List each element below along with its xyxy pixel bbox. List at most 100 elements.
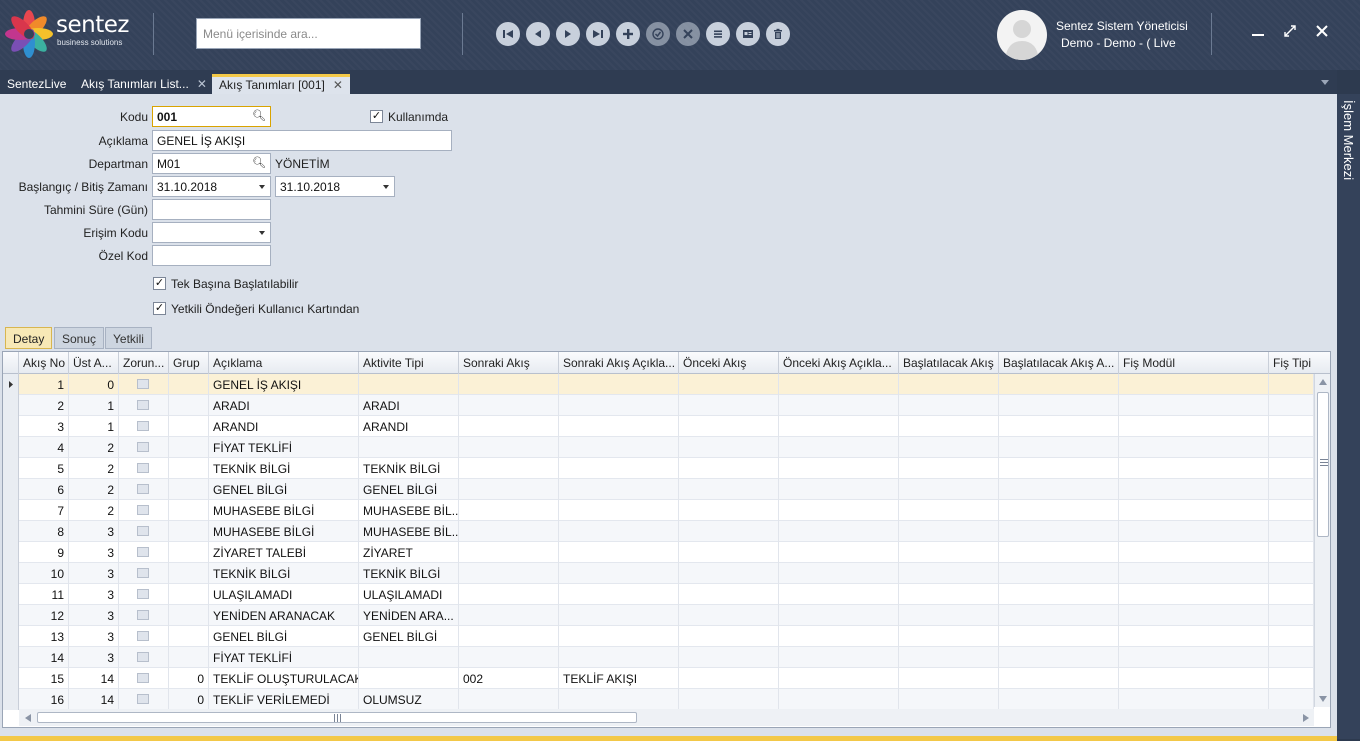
tab-sonuc[interactable]: Sonuç — [54, 327, 105, 349]
table-row[interactable]: 13 3 GENEL BİLGİ GENEL BİLGİ — [3, 626, 1314, 647]
column-header[interactable]: Akış No — [19, 352, 69, 374]
table-cell[interactable]: GENEL BİLGİ — [359, 626, 459, 647]
table-cell[interactable] — [1269, 689, 1314, 710]
table-cell[interactable] — [559, 542, 679, 563]
table-cell[interactable] — [559, 647, 679, 668]
table-cell[interactable]: 2 — [69, 437, 119, 458]
zorunlu-checkbox[interactable] — [137, 505, 149, 515]
table-cell[interactable] — [169, 647, 209, 668]
table-cell[interactable]: 4 — [19, 437, 69, 458]
row-indicator[interactable] — [3, 647, 19, 668]
row-indicator[interactable] — [3, 479, 19, 500]
erisim-kodu-select[interactable] — [152, 222, 271, 243]
table-cell[interactable]: GENEL BİLGİ — [209, 626, 359, 647]
table-cell[interactable]: FİYAT TEKLİFİ — [209, 647, 359, 668]
table-cell[interactable] — [1119, 458, 1269, 479]
table-cell[interactable] — [459, 647, 559, 668]
maximize-button[interactable] — [1279, 20, 1301, 42]
table-cell[interactable] — [169, 374, 209, 395]
table-cell[interactable] — [779, 521, 899, 542]
table-row[interactable]: 1 0 GENEL İŞ AKIŞI — [3, 374, 1314, 395]
table-cell[interactable]: 14 — [69, 689, 119, 710]
row-indicator[interactable] — [3, 605, 19, 626]
table-cell[interactable] — [999, 689, 1119, 710]
table-cell[interactable] — [679, 626, 779, 647]
table-cell[interactable]: ULAŞILAMADI — [209, 584, 359, 605]
table-cell[interactable]: 11 — [19, 584, 69, 605]
table-cell[interactable] — [459, 395, 559, 416]
column-header[interactable]: Sonraki Akış — [459, 352, 559, 374]
table-cell[interactable] — [899, 542, 999, 563]
table-cell[interactable] — [779, 437, 899, 458]
table-cell[interactable] — [169, 479, 209, 500]
chevron-up-icon[interactable] — [1319, 379, 1327, 385]
search-icon[interactable]: 🔍︎ — [252, 109, 266, 122]
table-cell[interactable] — [1269, 647, 1314, 668]
table-cell[interactable] — [999, 563, 1119, 584]
table-row[interactable]: 6 2 GENEL BİLGİ GENEL BİLGİ — [3, 479, 1314, 500]
tab-akis-tanimlari-list[interactable]: Akış Tanımları List... ✕ — [74, 74, 214, 94]
table-row[interactable]: 14 3 FİYAT TEKLİFİ — [3, 647, 1314, 668]
table-cell[interactable]: 0 — [169, 668, 209, 689]
table-cell[interactable] — [779, 626, 899, 647]
table-cell[interactable] — [119, 689, 169, 710]
table-cell[interactable] — [459, 458, 559, 479]
kullanimda-checkbox[interactable]: ✓ — [370, 110, 383, 123]
table-cell[interactable] — [1269, 626, 1314, 647]
table-cell[interactable] — [679, 458, 779, 479]
table-cell[interactable] — [119, 500, 169, 521]
table-cell[interactable] — [1119, 584, 1269, 605]
row-indicator[interactable] — [3, 416, 19, 437]
table-cell[interactable]: 2 — [69, 500, 119, 521]
table-cell[interactable] — [119, 626, 169, 647]
table-cell[interactable] — [999, 668, 1119, 689]
table-cell[interactable] — [679, 374, 779, 395]
table-cell[interactable] — [169, 458, 209, 479]
table-cell[interactable] — [1119, 563, 1269, 584]
table-cell[interactable] — [359, 668, 459, 689]
table-cell[interactable] — [779, 563, 899, 584]
table-cell[interactable] — [899, 668, 999, 689]
table-cell[interactable]: 14 — [69, 668, 119, 689]
departman-field[interactable]: M01 🔍︎ — [152, 153, 271, 174]
zorunlu-checkbox[interactable] — [137, 400, 149, 410]
table-cell[interactable] — [679, 521, 779, 542]
table-cell[interactable]: 14 — [19, 647, 69, 668]
column-header[interactable]: Fiş Tipi — [1269, 352, 1314, 374]
table-cell[interactable] — [899, 605, 999, 626]
table-cell[interactable] — [1269, 542, 1314, 563]
table-cell[interactable] — [119, 479, 169, 500]
table-cell[interactable]: 3 — [69, 521, 119, 542]
zorunlu-checkbox[interactable] — [137, 547, 149, 557]
table-cell[interactable] — [1269, 584, 1314, 605]
chevron-down-icon[interactable] — [383, 185, 389, 189]
table-cell[interactable] — [899, 500, 999, 521]
table-cell[interactable] — [1269, 563, 1314, 584]
table-cell[interactable] — [459, 500, 559, 521]
table-cell[interactable] — [1269, 500, 1314, 521]
aciklama-field[interactable]: GENEL İŞ AKIŞI — [152, 130, 452, 151]
table-cell[interactable] — [779, 542, 899, 563]
table-cell[interactable]: ARANDI — [359, 416, 459, 437]
table-cell[interactable] — [899, 437, 999, 458]
table-cell[interactable]: ZİYARET — [359, 542, 459, 563]
zorunlu-checkbox[interactable] — [137, 694, 149, 704]
table-cell[interactable] — [779, 668, 899, 689]
table-cell[interactable]: 5 — [19, 458, 69, 479]
table-cell[interactable] — [169, 437, 209, 458]
table-cell[interactable] — [1119, 605, 1269, 626]
table-cell[interactable]: TEKNİK BİLGİ — [359, 563, 459, 584]
table-cell[interactable] — [1119, 437, 1269, 458]
table-row[interactable]: 10 3 TEKNİK BİLGİ TEKNİK BİLGİ — [3, 563, 1314, 584]
table-cell[interactable]: 3 — [69, 584, 119, 605]
table-row[interactable]: 7 2 MUHASEBE BİLGİ MUHASEBE BİL... — [3, 500, 1314, 521]
next-record-button[interactable] — [556, 22, 580, 46]
table-cell[interactable] — [1119, 542, 1269, 563]
chevron-down-icon[interactable] — [1319, 696, 1327, 702]
table-cell[interactable] — [1269, 458, 1314, 479]
table-cell[interactable] — [999, 416, 1119, 437]
table-cell[interactable] — [169, 626, 209, 647]
table-cell[interactable] — [999, 395, 1119, 416]
table-cell[interactable]: ZİYARET TALEBİ — [209, 542, 359, 563]
table-cell[interactable] — [899, 479, 999, 500]
